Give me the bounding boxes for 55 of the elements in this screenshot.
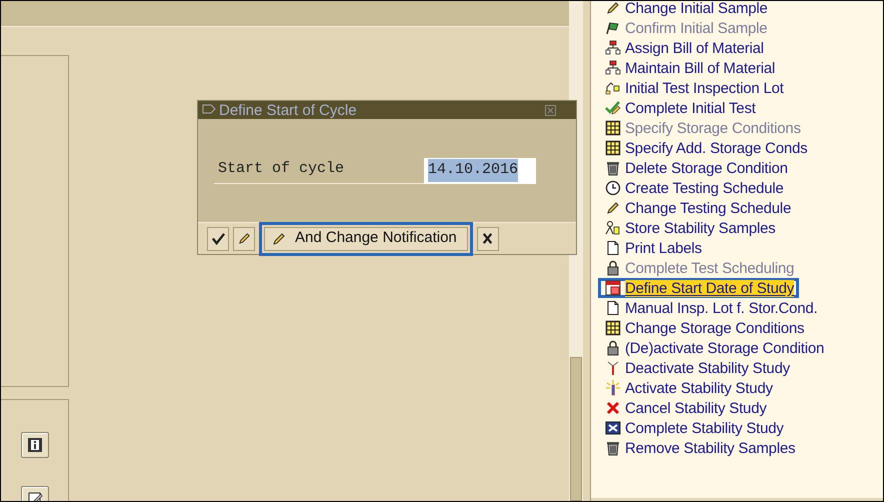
scrollbar-thumb[interactable] xyxy=(570,357,582,501)
menu-item[interactable]: Manual Insp. Lot f. Stor.Cond. xyxy=(598,298,822,318)
pencil-icon xyxy=(271,230,287,246)
clock-icon xyxy=(605,180,621,196)
calendar-icon xyxy=(605,280,621,296)
hierarchy-icon xyxy=(605,40,621,56)
checkmark-icon xyxy=(210,231,226,246)
menu-item[interactable]: Print Labels xyxy=(598,238,707,258)
trash-icon xyxy=(605,160,621,176)
antenna-icon xyxy=(605,360,621,376)
menu-item[interactable]: Complete Initial Test xyxy=(598,98,761,118)
menu-item[interactable]: Create Testing Schedule xyxy=(598,178,789,198)
menu-item[interactable]: Deactivate Stability Study xyxy=(598,358,795,378)
menu-item[interactable]: Specify Add. Storage Conds xyxy=(598,138,812,158)
sparkle-wand-icon xyxy=(605,380,621,396)
hierarchy-icon xyxy=(605,60,621,76)
person-box-icon xyxy=(605,220,621,236)
info-button[interactable] xyxy=(20,432,48,458)
check-pencil-icon xyxy=(605,100,621,116)
info-icon xyxy=(26,437,42,453)
confirm-button[interactable] xyxy=(207,226,229,250)
grid-icon xyxy=(605,140,621,156)
menu-item[interactable]: Initial Test Inspection Lot xyxy=(598,78,789,98)
document-icon xyxy=(605,240,621,256)
x-box-icon xyxy=(605,420,621,436)
pencil-icon xyxy=(605,1,621,16)
trash-icon xyxy=(605,440,621,456)
menu-item[interactable]: Change Storage Conditions xyxy=(598,318,810,338)
menu-item[interactable]: Delete Storage Condition xyxy=(598,158,793,178)
window-icon xyxy=(202,104,216,116)
change-notification-button[interactable]: And Change Notification xyxy=(264,226,468,250)
cross-icon xyxy=(605,400,621,416)
document-icon xyxy=(605,300,621,316)
dialog-title: Define Start of Cycle xyxy=(219,102,357,118)
menu-item[interactable]: Assign Bill of Material xyxy=(598,38,769,58)
pencil-icon xyxy=(236,231,252,246)
menu-item[interactable]: Change Initial Sample xyxy=(598,1,773,18)
lock-icon xyxy=(605,260,621,276)
menu-item[interactable]: (De)activate Storage Condition xyxy=(598,338,830,358)
grid-icon xyxy=(605,120,621,136)
flag-icon xyxy=(605,20,621,36)
edit-button[interactable] xyxy=(233,226,255,250)
menu-item[interactable]: Cancel Stability Study xyxy=(598,398,772,418)
menu-item[interactable]: Activate Stability Study xyxy=(598,378,778,398)
pencil-icon xyxy=(605,200,621,216)
cancel-button[interactable] xyxy=(476,226,499,250)
grid-icon xyxy=(605,320,621,336)
menu-item[interactable]: Store Stability Samples xyxy=(598,218,780,238)
menu-item[interactable]: Change Testing Schedule xyxy=(598,198,796,218)
menu-item[interactable]: Complete Stability Study xyxy=(598,418,789,438)
menu-item[interactable]: Remove Stability Samples xyxy=(598,438,800,458)
lock-icon xyxy=(605,340,621,356)
menu-item[interactable]: Maintain Bill of Material xyxy=(598,58,780,78)
date-field[interactable]: 14.10.2016 xyxy=(424,158,536,184)
lot-icon xyxy=(605,80,621,96)
